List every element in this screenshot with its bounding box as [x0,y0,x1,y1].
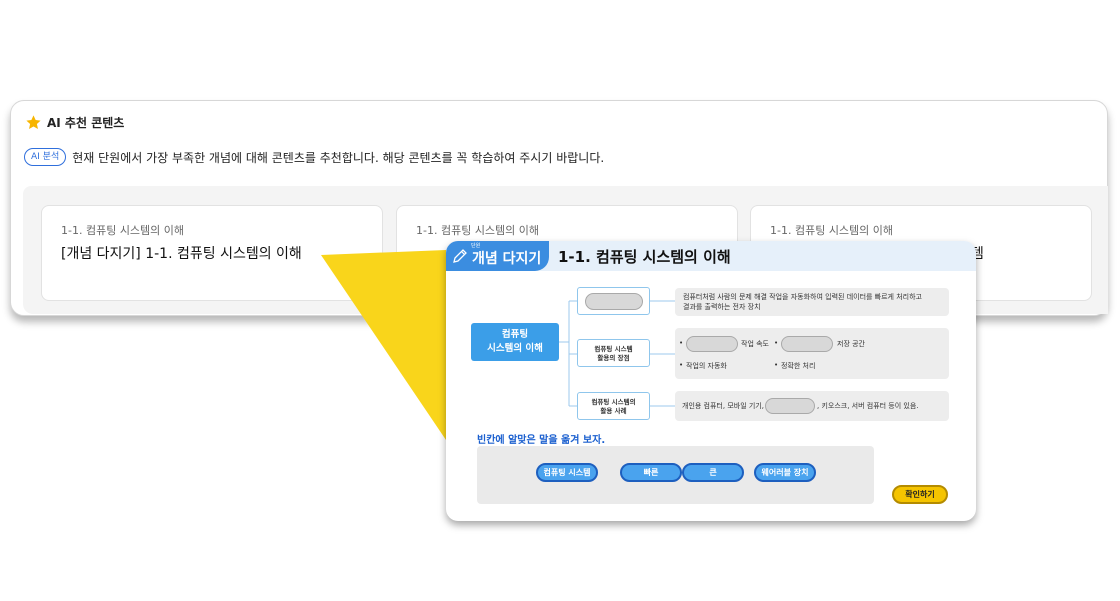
root-concept-node: 컴퓨팅 시스템의 이해 [471,323,559,361]
card-title: [개념 다지기] 1-1. 컴퓨팅 시스템의 이해 [61,246,302,262]
usecase-text-after: , 키오스크, 서버 컴퓨터 등이 있음. [817,402,919,410]
bullet-icon: • [679,339,684,347]
accuracy-label: 정확한 처리 [781,362,816,370]
automation-label: 작업의 자동화 [686,362,727,370]
usecase-box: 개인용 컴퓨터, 모바일 기기, , 키오스크, 서버 컴퓨터 등이 있음. [675,391,949,421]
choice-area: 컴퓨팅 시스템 빠른 큰 웨어러블 장치 [477,446,874,504]
ai-analysis-badge: AI 분석 [24,148,67,166]
usecase-node: 컴퓨팅 시스템의 활용 사례 [577,392,650,420]
definition-box: 컴퓨터처럼 사람의 문제 해결 작업을 자동화하여 입력된 데이터를 빠르게 처… [675,288,949,316]
blank-slot-2[interactable] [686,336,738,352]
choice-large[interactable]: 큰 [682,463,744,482]
description-text: 현재 단원에서 가장 부족한 개념에 대해 콘텐츠를 추천합니다. 해당 콘텐츠… [72,150,605,165]
choice-wearable[interactable]: 웨어러블 장치 [754,463,816,482]
concept-popup: 단원 개념 다지기 1-1. 컴퓨팅 시스템의 이해 컴퓨팅 시스템의 이해 컴… [446,241,976,521]
panel-title: AI 추천 콘텐츠 [47,116,125,130]
star-icon [26,115,41,129]
card-subtitle: 1-1. 컴퓨팅 시스템의 이해 [770,224,894,237]
usecase-line-1: 컴퓨팅 시스템의 [591,398,636,406]
speed-label: 작업 속도 [741,340,769,348]
blank-slot-4[interactable] [765,398,815,414]
definition-line-2: 결과를 출력하는 전자 장치 [683,303,761,311]
confirm-button[interactable]: 확인하기 [892,485,948,504]
usecase-line-2: 활용 사례 [600,407,627,415]
blank-slot-1[interactable] [585,293,643,310]
advantage-node: 컴퓨팅 시스템 활용의 장점 [577,339,650,367]
advantage-line-1: 컴퓨팅 시스템 [594,345,633,353]
usecase-text-before: 개인용 컴퓨터, 모바일 기기, [682,402,764,410]
choice-fast[interactable]: 빠른 [620,463,682,482]
bullet-icon: • [774,361,779,369]
choice-computing-system[interactable]: 컴퓨팅 시스템 [536,463,598,482]
storage-label: 저장 공간 [837,340,865,348]
card-subtitle: 1-1. 컴퓨팅 시스템의 이해 [416,224,540,237]
panel-header: AI 추천 콘텐츠 [25,114,124,131]
blank-slot-3[interactable] [781,336,833,352]
card-subtitle: 1-1. 컴퓨팅 시스템의 이해 [61,224,185,237]
instruction-text: 빈칸에 알맞은 말을 옮겨 보자. [477,435,606,446]
advantage-line-2: 활용의 장점 [597,354,630,362]
bullet-icon: • [774,339,779,347]
root-line-2: 시스템의 이해 [487,343,543,354]
advantage-box: • 작업 속도 • 저장 공간 • 작업의 자동화 • 정확한 처리 [675,328,949,379]
bullet-icon: • [679,361,684,369]
description-row: AI 분석 현재 단원에서 가장 부족한 개념에 대해 콘텐츠를 추천합니다. … [24,148,604,166]
definition-line-1: 컴퓨터처럼 사람의 문제 해결 작업을 자동화하여 입력된 데이터를 빠르게 처… [683,293,922,301]
definition-node [577,287,650,315]
root-line-1: 컴퓨팅 [501,329,529,340]
content-card-1[interactable]: 1-1. 컴퓨팅 시스템의 이해 [개념 다지기] 1-1. 컴퓨팅 시스템의 … [41,205,383,301]
